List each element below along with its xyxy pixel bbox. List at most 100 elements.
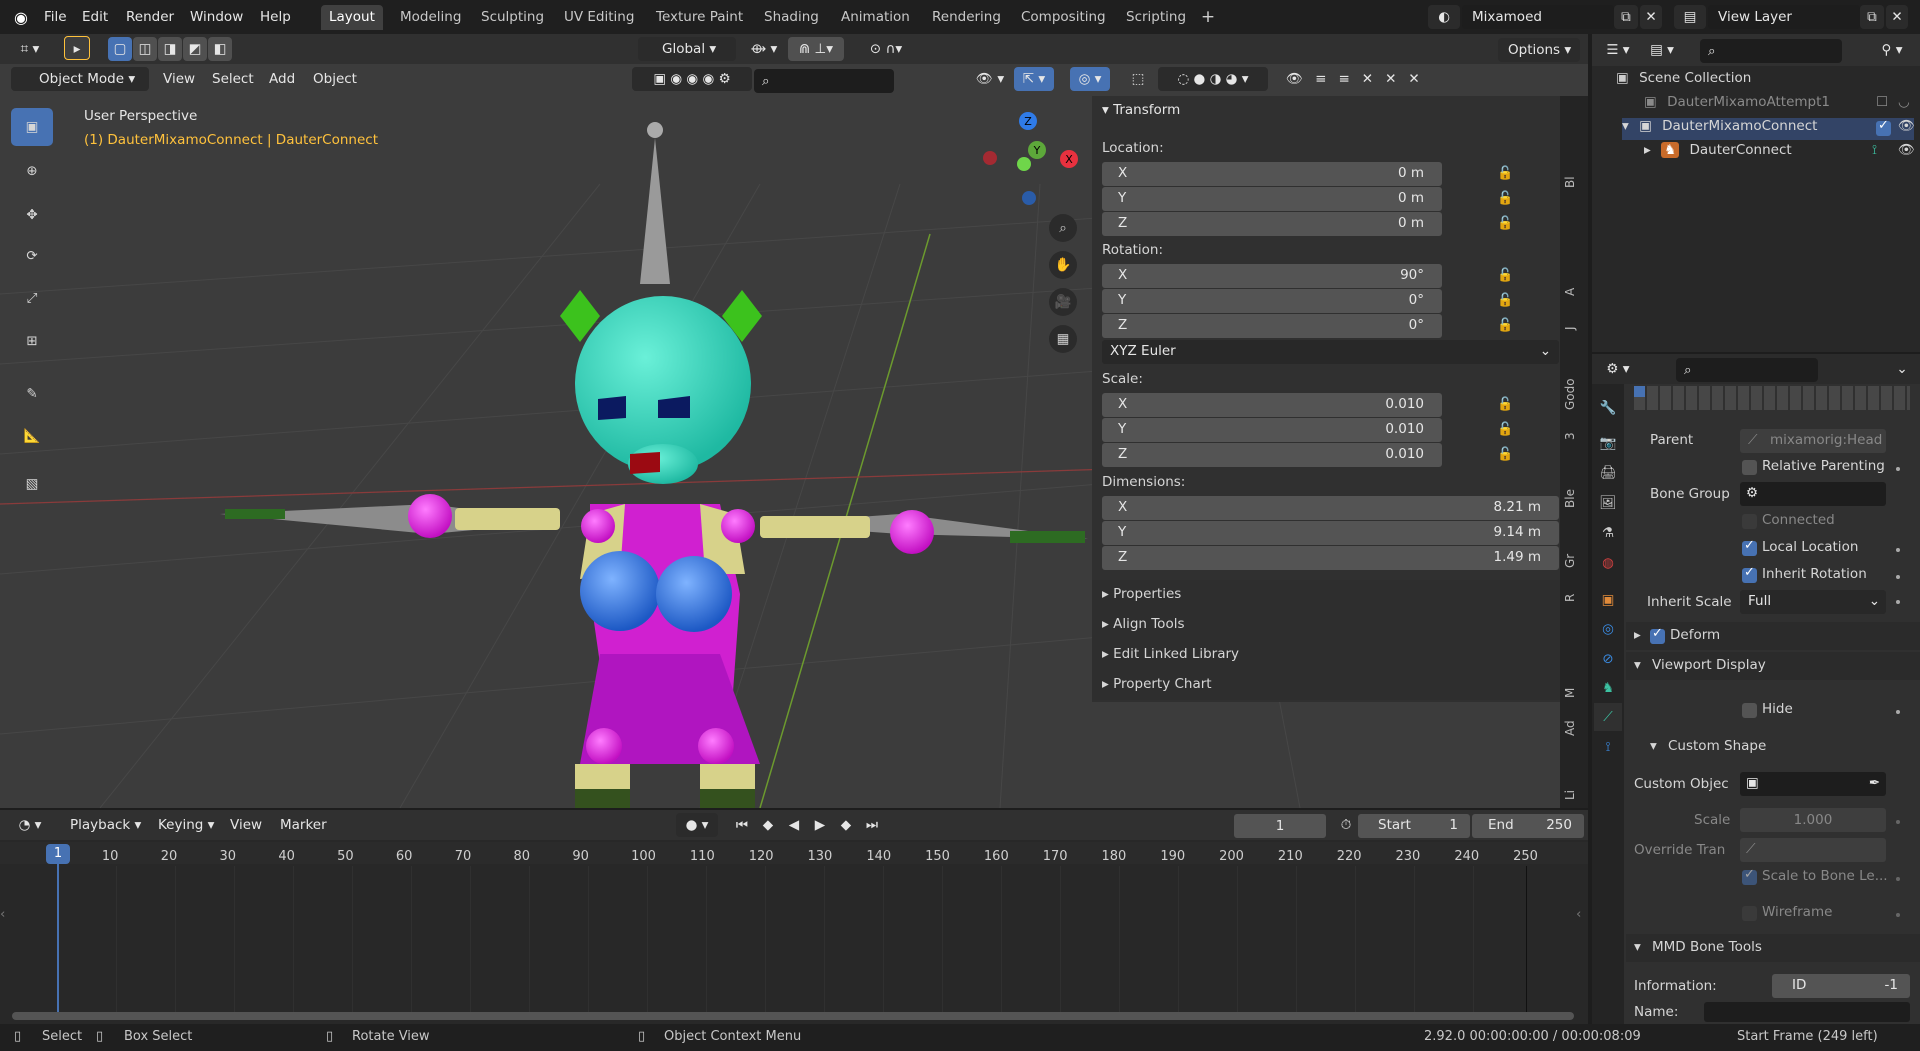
keyframe-dot[interactable] [1896, 913, 1900, 917]
next-keyframe-icon[interactable]: ◆ [834, 813, 858, 837]
expand-arrow-icon[interactable]: ▸ [1644, 142, 1651, 158]
outliner-display-mode-icon[interactable]: ▤ ▾ [1642, 38, 1682, 62]
expand-arrow-icon[interactable]: ▾ [1650, 738, 1657, 754]
keyframe-dot[interactable] [1896, 600, 1900, 604]
keyframe-dot[interactable] [1896, 877, 1900, 881]
cursor-tool-icon[interactable]: ⊕ [11, 152, 53, 190]
menu-object[interactable]: Object [307, 67, 363, 91]
lock-scale-z-icon[interactable]: 🔓 [1497, 447, 1515, 463]
panel-align-tools[interactable]: ▸ Align Tools [1092, 610, 1560, 640]
editor-type-icon[interactable]: ⌗ ▾ [9, 37, 51, 61]
tab-uv-editing[interactable]: UV Editing [556, 5, 642, 30]
sidebar-tab-bl[interactable]: Bl [1563, 176, 1577, 188]
blender-logo-icon[interactable]: ◉ [8, 6, 34, 28]
end-frame-field[interactable]: End 250 [1472, 814, 1584, 838]
panel-properties[interactable]: ▸ Properties [1092, 580, 1560, 610]
shading-modes-icon[interactable]: ◌ ● ◑ ◕ ▾ [1158, 67, 1268, 91]
sidebar-tab-ad[interactable]: Ad [1563, 720, 1577, 736]
jump-end-icon[interactable]: ⏭ [860, 813, 884, 837]
keyframe-dot[interactable] [1896, 575, 1900, 579]
bone-constraint-tab-icon[interactable]: ⟟ [1596, 735, 1620, 759]
render-tab-icon[interactable]: 📷 [1596, 431, 1620, 455]
view-layer-icon[interactable]: ▤ [1674, 5, 1706, 29]
menu-keying[interactable]: Keying ▾ [152, 813, 220, 837]
select-tool-icon[interactable]: ▣ [11, 108, 53, 146]
scale-to-bone-checkbox[interactable] [1742, 867, 1757, 885]
include-checkbox[interactable] [1876, 118, 1891, 136]
world-tab-icon[interactable]: ◍ [1596, 551, 1620, 575]
tab-layout[interactable]: Layout [321, 5, 383, 30]
rotation-x-field[interactable]: X 90° [1102, 264, 1442, 288]
gizmo-y-icon[interactable]: Y [1028, 141, 1046, 159]
outliner-search-input[interactable]: ⌕ [1700, 39, 1842, 63]
exclude-checkbox-icon[interactable]: ☐ [1876, 94, 1888, 110]
deform-checkbox[interactable] [1650, 626, 1665, 644]
zoom-icon[interactable]: ⌕ [1049, 214, 1077, 242]
panel-property-chart[interactable]: ▸ Property Chart [1092, 670, 1560, 700]
modifier-tab-icon[interactable]: ◎ [1596, 617, 1620, 641]
select-invert-icon[interactable]: ◩ [183, 37, 207, 61]
sidebar-tab-li[interactable]: Li [1563, 790, 1577, 800]
tab-shading[interactable]: Shading [756, 5, 827, 30]
scene-type-icon[interactable]: ◐ [1428, 5, 1460, 29]
play-icon[interactable]: ▶ [808, 813, 832, 837]
properties-search-input[interactable]: ⌕ [1676, 358, 1818, 382]
expand-arrow-icon[interactable]: ▾ [1622, 118, 1629, 134]
scale-z-field[interactable]: Z 0.010 [1102, 443, 1442, 467]
menu-render[interactable]: Render [120, 6, 180, 28]
local-location-checkbox[interactable] [1742, 538, 1757, 556]
outliner-item[interactable]: ▾ ▣ DauterMixamoConnect 👁 [1622, 118, 1915, 140]
transform-header[interactable]: ▾ Transform [1102, 102, 1180, 118]
lock-scale-x-icon[interactable]: 🔓 [1497, 397, 1515, 413]
inherit-rotation-checkbox[interactable] [1742, 565, 1757, 583]
lock-location-x-icon[interactable]: 🔓 [1497, 166, 1515, 182]
panel-edit-linked-library[interactable]: ▸ Edit Linked Library [1092, 640, 1560, 670]
menu-timeline-view[interactable]: View [224, 813, 268, 837]
timeline-playhead[interactable]: 1 [46, 844, 70, 864]
expand-arrow-icon[interactable]: ▾ [1634, 939, 1641, 955]
current-frame-field[interactable]: 1 [1234, 814, 1326, 838]
eyedropper-icon[interactable]: ✒ [1869, 775, 1880, 791]
add-cube-tool-icon[interactable]: ▧ [11, 465, 53, 503]
outliner-root[interactable]: ▣ Scene Collection [1616, 70, 1916, 92]
armature-data-tab-icon[interactable]: ♞ [1596, 676, 1620, 700]
lock-rotation-y-icon[interactable]: 🔓 [1497, 293, 1515, 309]
gizmo-z-icon[interactable]: Z [1019, 112, 1037, 130]
sidebar-tab-ble[interactable]: Ble [1563, 489, 1577, 508]
location-y-field[interactable]: Y 0 m [1102, 187, 1442, 211]
timeline-editor-type-icon[interactable]: ◔ ▾ [10, 813, 50, 837]
timeline-expand-icon[interactable]: ‹ [1576, 906, 1581, 922]
viewport-search-input[interactable]: ⌕ [754, 69, 894, 93]
scene-selector[interactable]: Mixamoed [1462, 5, 1614, 29]
id-field[interactable]: ID -1 [1772, 974, 1910, 998]
dimensions-y-field[interactable]: Y 9.14 m [1102, 521, 1559, 545]
select-extend-icon[interactable]: ◫ [133, 37, 157, 61]
menu-select[interactable]: Select [206, 67, 260, 91]
bone-layer-active[interactable] [1634, 386, 1645, 397]
pan-hand-icon[interactable]: ✋ [1049, 251, 1077, 279]
menu-edit[interactable]: Edit [76, 6, 114, 28]
sidebar-tab-r[interactable]: R [1563, 594, 1577, 602]
scale-x-field[interactable]: X 0.010 [1102, 393, 1442, 417]
hide-checkbox[interactable] [1742, 703, 1757, 718]
location-x-field[interactable]: X 0 m [1102, 162, 1442, 186]
outliner-editor-type-icon[interactable]: ☰ ▾ [1598, 38, 1638, 62]
lock-rotation-x-icon[interactable]: 🔓 [1497, 268, 1515, 284]
properties-editor-type-icon[interactable]: ⚙ ▾ [1598, 357, 1638, 381]
scene-tab-icon[interactable]: ⚗ [1596, 521, 1620, 545]
custom-object-field[interactable]: ▣ ✒ [1740, 772, 1886, 796]
annotate-tool-icon[interactable]: ✎ [11, 375, 53, 413]
inherit-scale-dropdown[interactable]: Full ⌄ [1740, 590, 1886, 614]
outliner-filter-icon[interactable]: ⚲ ▾ [1872, 38, 1912, 62]
ortho-grid-icon[interactable]: ▦ [1049, 325, 1077, 353]
scene-copy-icon[interactable]: ⧉ [1614, 5, 1638, 29]
outliner-item[interactable]: ▣ DauterMixamoAttempt1 ☐ ◡ [1644, 94, 1914, 116]
tab-compositing[interactable]: Compositing [1013, 5, 1114, 30]
scale-tool-icon[interactable]: ⤢ [11, 279, 53, 317]
lock-location-y-icon[interactable]: 🔓 [1497, 191, 1515, 207]
expand-arrow-icon[interactable]: ▾ [1634, 657, 1641, 673]
sidebar-tab-gr[interactable]: Gr [1563, 554, 1577, 568]
pose-icon[interactable]: ⟟ [1872, 142, 1877, 158]
overlay-toggle-icon[interactable]: ◎ ▾ [1070, 67, 1110, 91]
transform-tool-icon[interactable]: ⊞ [11, 322, 53, 360]
